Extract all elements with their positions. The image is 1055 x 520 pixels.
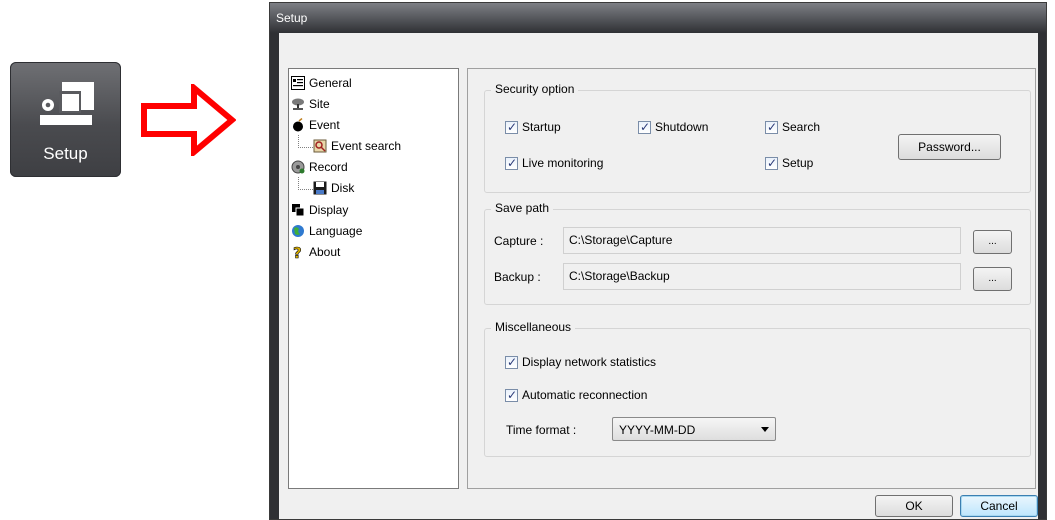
tree-label: Disk — [331, 181, 355, 195]
password-button[interactable]: Password... — [898, 134, 1001, 160]
checkbox-label: Setup — [782, 156, 814, 170]
checkbox-label: Automatic reconnection — [522, 388, 648, 402]
tree-label: Event search — [331, 139, 402, 153]
group-title: Save path — [491, 201, 554, 215]
group-title: Miscellaneous — [491, 320, 576, 334]
security-option-group: Security option Startup Shutdown Search … — [484, 82, 1031, 193]
settings-panel: Security option Startup Shutdown Search … — [467, 68, 1036, 489]
checkbox-label: Startup — [522, 120, 561, 134]
time-format-value: YYYY-MM-DD — [619, 423, 696, 437]
language-icon — [292, 225, 304, 237]
window-frame-left — [270, 33, 279, 519]
check-icon — [765, 119, 778, 135]
general-icon — [291, 76, 305, 90]
setup-icon — [40, 82, 94, 125]
setup-label: Setup — [43, 144, 88, 163]
site-icon — [292, 98, 304, 110]
capture-path-field[interactable]: C:\Storage\Capture — [563, 227, 961, 254]
backup-path-field[interactable]: C:\Storage\Backup — [563, 263, 961, 290]
disk-icon — [313, 181, 327, 195]
tree-connector — [298, 177, 313, 190]
ok-button[interactable]: OK — [875, 495, 953, 517]
capture-browse-button[interactable]: ... — [973, 230, 1012, 254]
tree-label: General — [309, 76, 352, 90]
setup-launcher-button[interactable]: Setup — [10, 62, 121, 177]
check-icon — [505, 387, 518, 403]
dropdown-arrow-icon — [761, 427, 769, 432]
tree-label: Display — [309, 203, 349, 217]
check-icon — [638, 119, 651, 135]
time-format-select[interactable]: YYYY-MM-DD — [612, 417, 776, 441]
setup-dialog: Setup General Site Event Event search Re… — [269, 2, 1047, 520]
display-icon — [292, 204, 305, 217]
settings-tree: General Site Event Event search Record D… — [288, 68, 459, 489]
check-icon — [505, 155, 518, 171]
checkbox-label: Search — [782, 120, 821, 134]
dialog-title: Setup — [276, 11, 308, 25]
checkbox-label: Display network statistics — [522, 355, 657, 369]
tree-label: About — [309, 245, 341, 259]
window-frame-right — [1038, 33, 1046, 519]
backup-browse-button[interactable]: ... — [973, 267, 1012, 291]
backup-label: Backup : — [494, 270, 541, 284]
tree-label: Record — [309, 160, 348, 174]
check-icon — [765, 155, 778, 171]
event-search-icon — [313, 139, 327, 153]
miscellaneous-group: Miscellaneous Display network statistics… — [484, 320, 1031, 457]
arrow-right-icon — [141, 84, 236, 156]
title-bar[interactable]: Setup — [270, 3, 1046, 33]
cancel-button[interactable]: Cancel — [960, 495, 1038, 517]
save-path-group: Save path Capture : C:\Storage\Capture .… — [484, 201, 1031, 305]
tree-label: Language — [309, 224, 363, 238]
group-title: Security option — [491, 82, 579, 96]
checkbox-label: Live monitoring — [522, 156, 604, 170]
about-icon: ? — [293, 245, 302, 259]
record-icon — [291, 160, 305, 174]
svg-text:?: ? — [293, 245, 302, 259]
capture-label: Capture : — [494, 234, 544, 248]
time-format-label: Time format : — [506, 423, 577, 437]
tree-label: Site — [309, 97, 330, 111]
checkbox-label: Shutdown — [655, 120, 709, 134]
check-icon — [505, 119, 518, 135]
event-icon — [293, 118, 303, 132]
tree-connector — [298, 135, 313, 148]
tree-label: Event — [309, 118, 340, 132]
check-icon — [505, 354, 518, 370]
